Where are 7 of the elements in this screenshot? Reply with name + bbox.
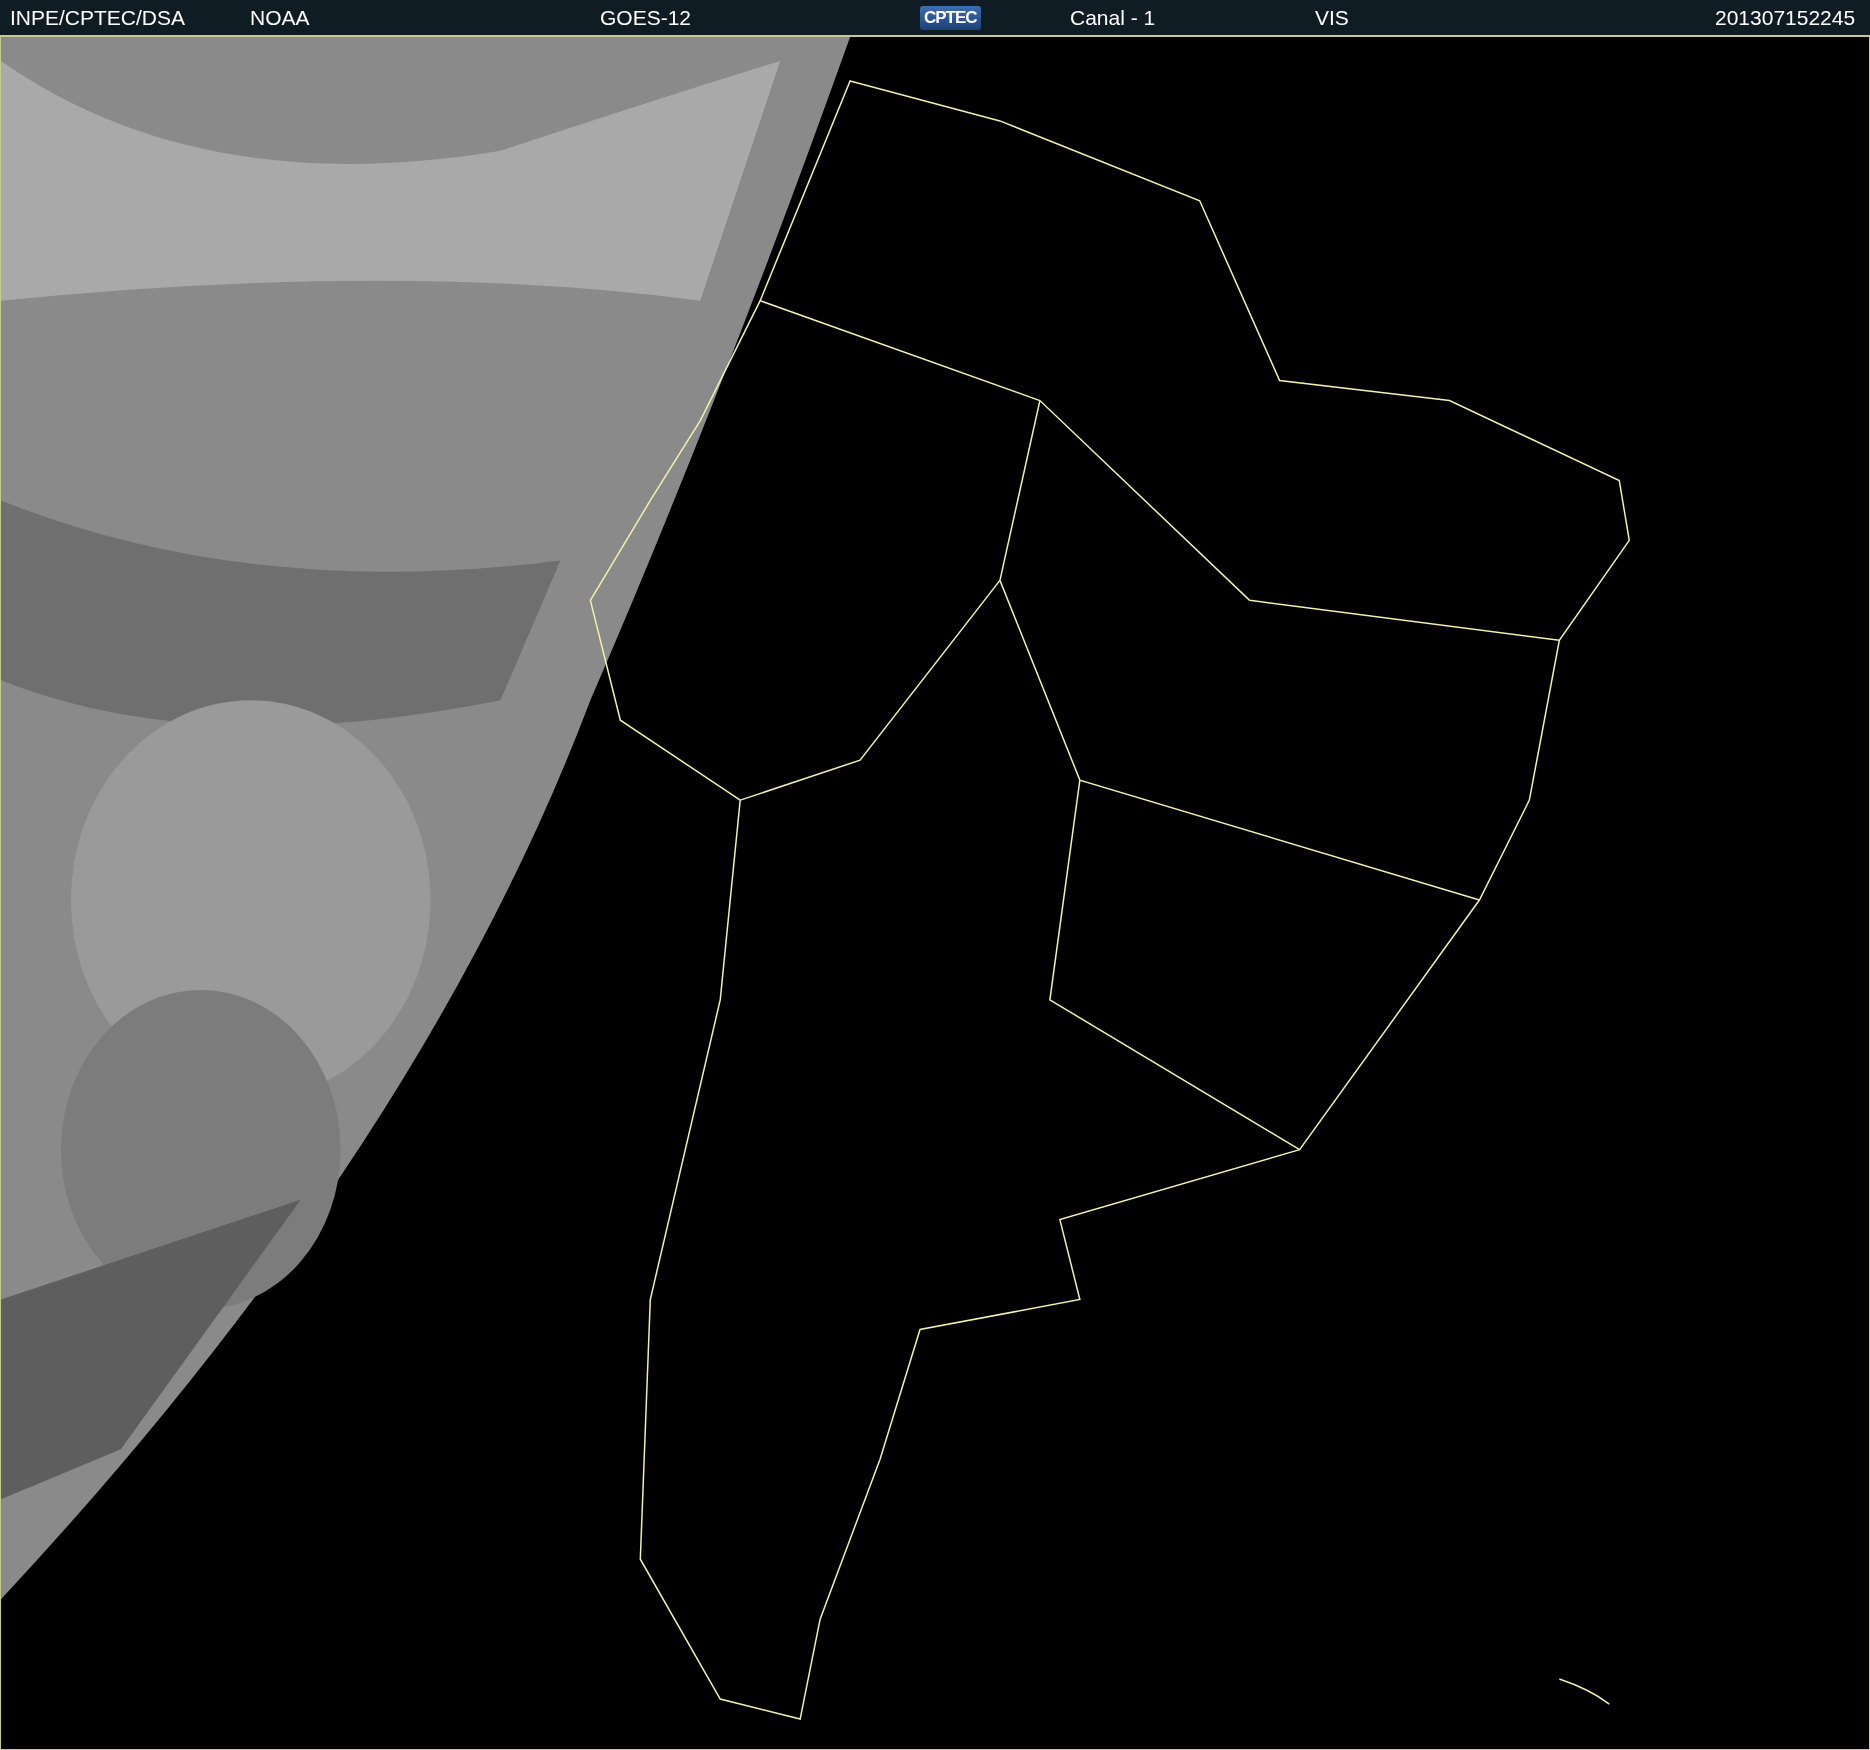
agency-label: INPE/CPTEC/DSA — [10, 5, 186, 30]
channel-label: Canal - 1 — [1070, 5, 1156, 30]
satellite-label: GOES-12 — [600, 5, 692, 30]
band-label: VIS — [1315, 5, 1349, 30]
logo: CPTEC — [920, 5, 981, 30]
source-label: NOAA — [250, 5, 310, 30]
timestamp-label: 201307152245 — [1715, 5, 1856, 30]
